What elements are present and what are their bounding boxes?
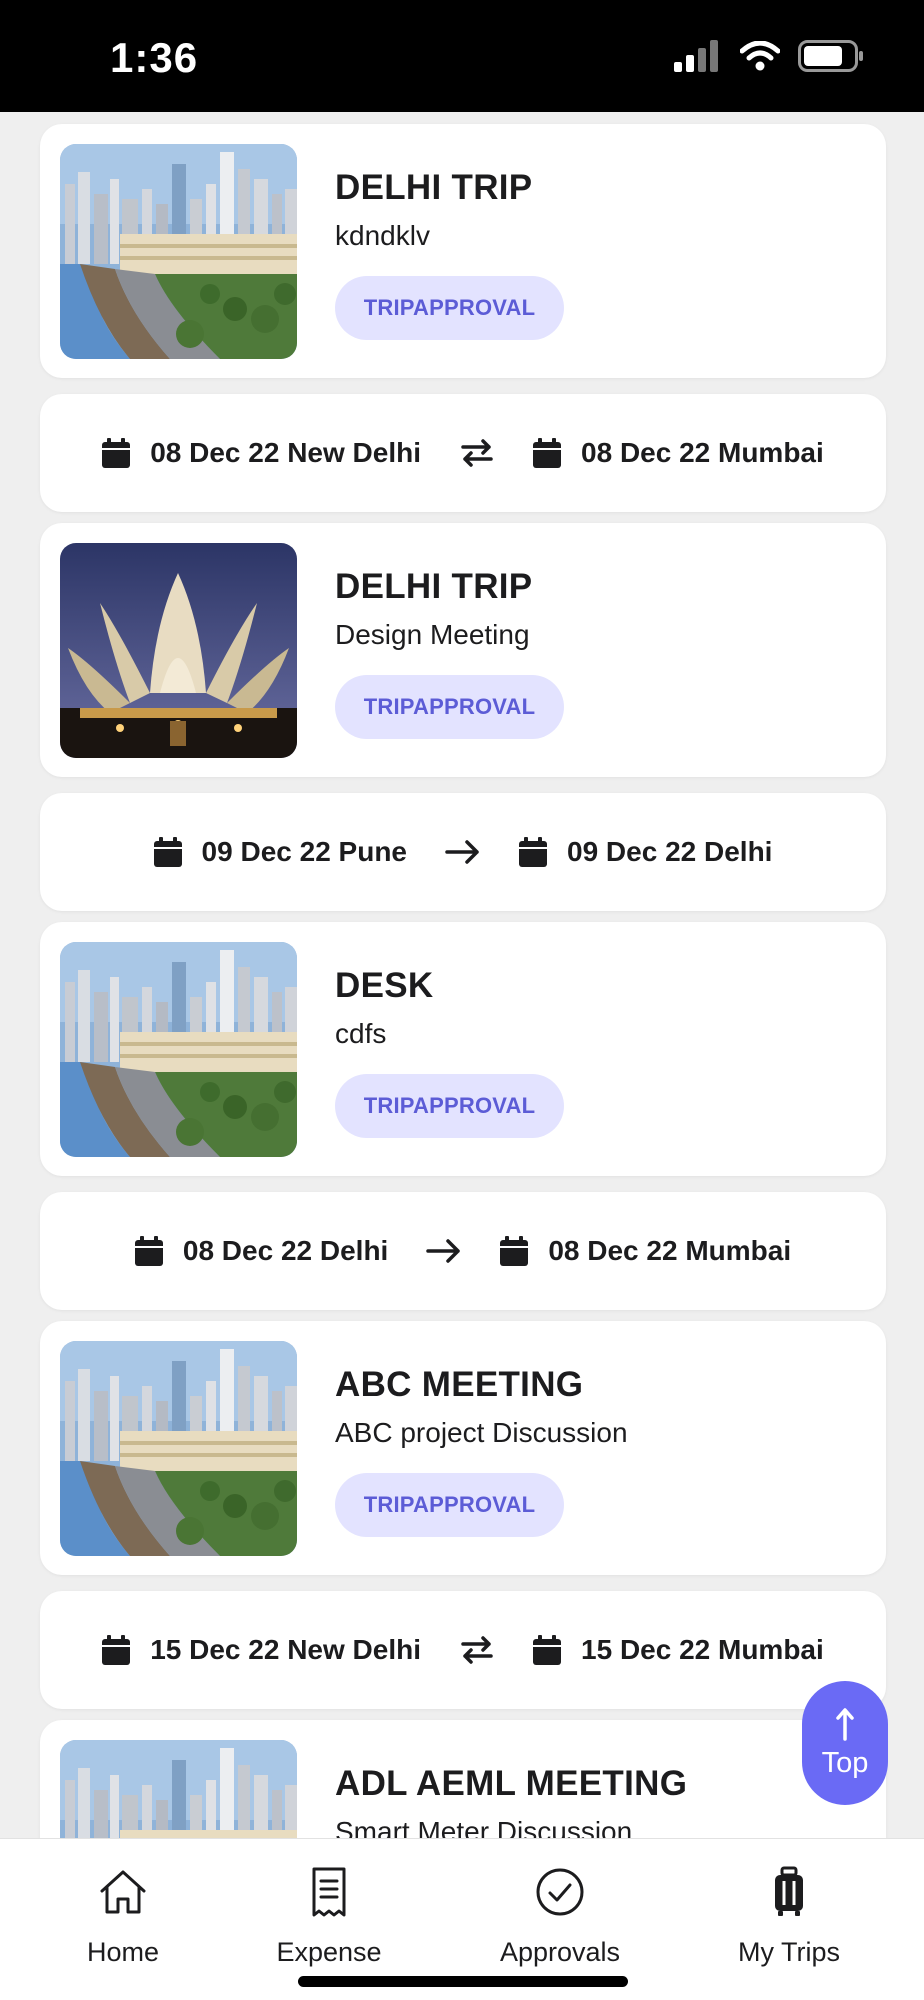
status-badge: TRIPAPPROVAL <box>335 1074 564 1138</box>
route-to-text: 08 Dec 22 Mumbai <box>581 437 824 468</box>
route-to-text: 09 Dec 22 Delhi <box>567 836 773 867</box>
calendar-icon <box>519 837 547 867</box>
calendar-icon <box>102 438 130 468</box>
arrow-up-icon <box>836 1707 854 1741</box>
swap-icon <box>459 438 495 468</box>
check-circle-icon <box>536 1868 584 1916</box>
nav-label: Expense <box>276 1937 382 1967</box>
wifi-icon <box>740 41 780 71</box>
nav-item-home[interactable]: Home <box>43 1865 203 1968</box>
trip-title: ABC MEETING <box>335 1365 584 1404</box>
scroll-top-label: Top <box>821 1746 869 1779</box>
home-indicator <box>298 1976 628 1987</box>
receipt-icon <box>312 1867 346 1917</box>
status-bar: 1:36 <box>0 0 924 112</box>
calendar-icon <box>154 837 182 867</box>
status-icons <box>674 40 864 72</box>
route-from-text: 08 Dec 22 Delhi <box>182 1235 389 1266</box>
trip-subtitle: kdndklv <box>335 220 430 251</box>
home-icon <box>100 1870 146 1914</box>
route-card[interactable]: 08 Dec 22 Delhi 08 Dec 22 Mumbai <box>40 1192 886 1310</box>
route-to-text: 15 Dec 22 Mumbai <box>581 1634 824 1665</box>
route-from-text: 09 Dec 22 Pune <box>201 836 407 867</box>
route-from: 15 Dec 22 New Delhi <box>102 1634 421 1666</box>
trip-card[interactable]: ABC MEETING ABC project Discussion TRIPA… <box>40 1321 886 1575</box>
luggage-icon <box>775 1866 803 1916</box>
nav-label: Home <box>86 1937 160 1967</box>
status-badge: TRIPAPPROVAL <box>335 276 564 340</box>
swap-icon <box>459 1635 495 1665</box>
trip-title: DELHI TRIP <box>335 168 533 207</box>
route-to: 08 Dec 22 Mumbai <box>533 437 824 469</box>
route-to: 09 Dec 22 Delhi <box>519 836 772 868</box>
trip-card[interactable]: DELHI TRIP kdndklv TRIPAPPROVAL <box>40 124 886 378</box>
trip-title: ADL AEML MEETING <box>335 1764 688 1803</box>
route-card[interactable]: 09 Dec 22 Pune 09 Dec 22 Delhi <box>40 793 886 911</box>
trip-card[interactable]: DELHI TRIP Design Meeting TRIPAPPROVAL <box>40 523 886 777</box>
trip-subtitle: cdfs <box>335 1018 387 1049</box>
nav-label: My Trips <box>737 1937 840 1967</box>
scroll-top-button[interactable]: Top <box>802 1681 888 1805</box>
trip-title: DESK <box>335 966 434 1005</box>
calendar-icon <box>533 1635 561 1665</box>
arrow-right-icon <box>426 1236 462 1266</box>
route-card[interactable]: 15 Dec 22 New Delhi 15 Dec 22 Mumbai <box>40 1591 886 1709</box>
trip-card[interactable]: ADL AEML MEETING Smart Meter Discussion <box>40 1720 886 1838</box>
route-card[interactable]: 08 Dec 22 New Delhi 08 Dec 22 Mumbai <box>40 394 886 512</box>
arrow-right-icon <box>445 837 481 867</box>
nav-item-approvals[interactable]: Approvals <box>480 1865 640 1968</box>
route-from: 08 Dec 22 New Delhi <box>102 437 421 469</box>
status-badge: TRIPAPPROVAL <box>335 1473 564 1537</box>
trip-image-mumbai-skyline <box>60 144 297 359</box>
route-from-text: 15 Dec 22 New Delhi <box>150 1634 422 1665</box>
route-to: 15 Dec 22 Mumbai <box>533 1634 824 1666</box>
trip-image-lotus-temple <box>60 543 297 758</box>
trip-list[interactable]: DELHI TRIP kdndklv TRIPAPPROVAL 08 Dec 2… <box>0 112 924 1838</box>
nav-item-expense[interactable]: Expense <box>249 1865 409 1968</box>
trip-image-mumbai-skyline <box>60 942 297 1157</box>
trip-subtitle: Design Meeting <box>335 619 530 650</box>
status-badge: TRIPAPPROVAL <box>335 675 564 739</box>
calendar-icon <box>500 1236 528 1266</box>
trip-image-mumbai-skyline <box>60 1341 297 1556</box>
calendar-icon <box>533 438 561 468</box>
trip-subtitle: Smart Meter Discussion <box>335 1816 633 1838</box>
status-time: 1:36 <box>110 34 199 81</box>
route-to-text: 08 Dec 22 Mumbai <box>548 1235 792 1266</box>
calendar-icon <box>135 1236 163 1266</box>
route-to: 08 Dec 22 Mumbai <box>500 1235 791 1267</box>
trip-title: DELHI TRIP <box>335 567 533 606</box>
route-from: 09 Dec 22 Pune <box>154 836 407 868</box>
calendar-icon <box>102 1635 130 1665</box>
trip-subtitle: ABC project Discussion <box>335 1417 628 1448</box>
battery-icon <box>798 40 863 72</box>
trip-image-mumbai-skyline <box>60 1740 297 1838</box>
route-from-text: 08 Dec 22 New Delhi <box>150 437 422 468</box>
trip-card[interactable]: DESK cdfs TRIPAPPROVAL <box>40 922 886 1176</box>
route-from: 08 Dec 22 Delhi <box>135 1235 388 1267</box>
nav-label: Approvals <box>499 1937 621 1967</box>
nav-item-my-trips[interactable]: My Trips <box>709 1865 869 1968</box>
signal-icon <box>674 40 718 72</box>
